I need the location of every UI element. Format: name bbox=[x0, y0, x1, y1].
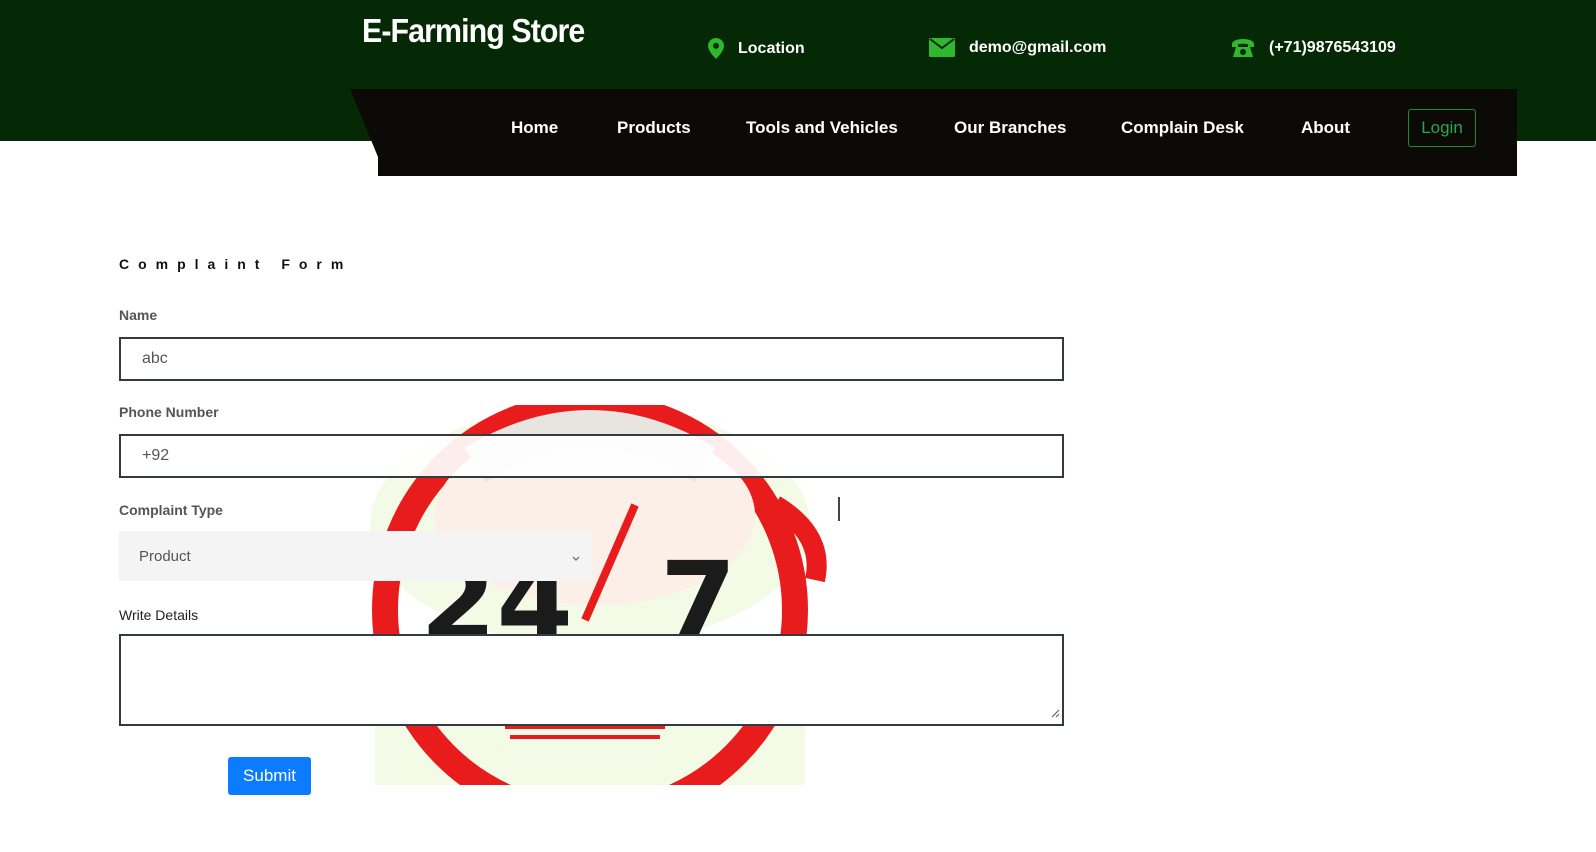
phone-field[interactable]: +92 bbox=[119, 434, 1064, 478]
nav-products[interactable]: Products bbox=[617, 118, 691, 138]
complaint-type-select[interactable]: Product bbox=[119, 531, 592, 581]
complaint-type-label: Complaint Type bbox=[119, 502, 223, 518]
resize-grip-icon[interactable] bbox=[1050, 703, 1060, 722]
submit-button[interactable]: Submit bbox=[228, 757, 311, 795]
contact-email[interactable]: demo@gmail.com bbox=[929, 38, 1106, 57]
phone-text: (+71)9876543109 bbox=[1269, 39, 1396, 56]
phone-field-value: +92 bbox=[142, 447, 170, 464]
phone-label: Phone Number bbox=[119, 404, 219, 420]
map-pin-icon bbox=[708, 38, 724, 59]
contact-location[interactable]: Location bbox=[708, 38, 805, 59]
name-label: Name bbox=[119, 307, 158, 323]
envelope-icon bbox=[929, 38, 955, 57]
complaint-type-value: Product bbox=[139, 547, 191, 565]
contact-phone[interactable]: (+71)9876543109 bbox=[1231, 38, 1396, 58]
nav-home[interactable]: Home bbox=[511, 118, 558, 138]
nav-tools-and-vehicles[interactable]: Tools and Vehicles bbox=[746, 118, 898, 138]
login-button[interactable]: Login bbox=[1408, 109, 1476, 147]
form-title: Complaint Form bbox=[119, 256, 353, 272]
name-field-value: abc bbox=[142, 350, 168, 367]
brand-logo-text[interactable]: E-Farming Store bbox=[362, 12, 585, 50]
nav-our-branches[interactable]: Our Branches bbox=[954, 118, 1066, 138]
text-cursor bbox=[838, 497, 840, 521]
telephone-icon bbox=[1231, 38, 1255, 58]
page: E-Farming Store Location demo@gmail.com … bbox=[0, 0, 1596, 852]
nav-complain-desk[interactable]: Complain Desk bbox=[1121, 118, 1244, 138]
location-label: Location bbox=[738, 39, 805, 57]
nav-about[interactable]: About bbox=[1301, 118, 1350, 138]
email-text: demo@gmail.com bbox=[969, 38, 1107, 56]
details-label: Write Details bbox=[119, 607, 199, 623]
chevron-down-icon bbox=[572, 549, 580, 566]
details-textarea[interactable] bbox=[119, 634, 1064, 726]
name-field[interactable]: abc bbox=[119, 337, 1064, 381]
illustration-line-2 bbox=[510, 735, 660, 739]
